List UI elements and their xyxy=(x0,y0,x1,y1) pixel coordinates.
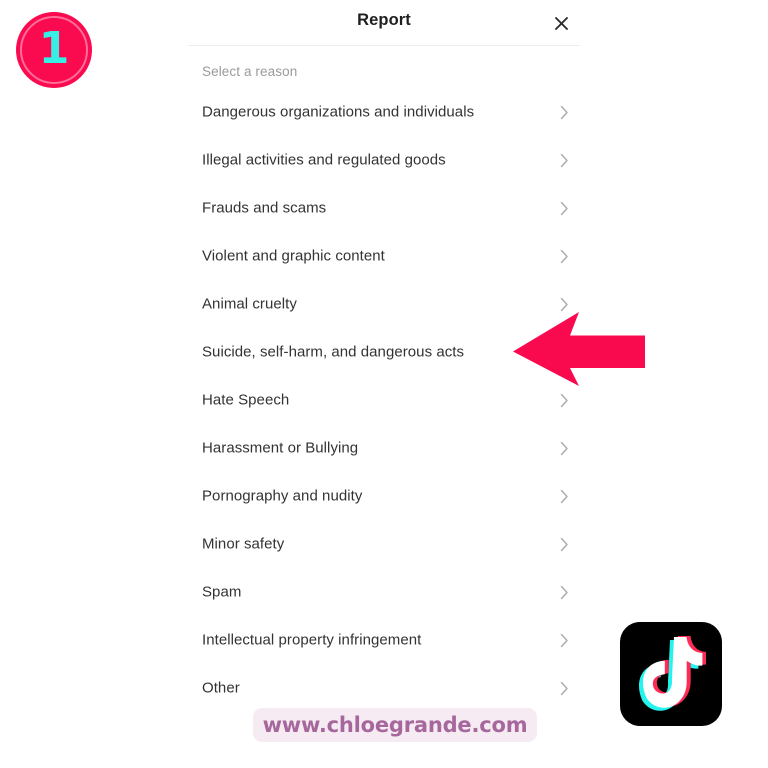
reason-label: Pornography and nudity xyxy=(202,487,363,505)
reason-label: Suicide, self-harm, and dangerous acts xyxy=(202,343,465,361)
reason-label: Minor safety xyxy=(202,535,285,553)
page-title: Report xyxy=(357,11,411,29)
chevron-right-icon[interactable] xyxy=(556,104,572,120)
tiktok-logo-icon xyxy=(620,622,722,726)
chevron-right-icon[interactable] xyxy=(556,488,572,504)
reason-label: Harassment or Bullying xyxy=(202,439,359,457)
close-icon xyxy=(554,16,569,31)
reason-row[interactable]: Minor safety xyxy=(188,520,580,568)
reason-label: Hate Speech xyxy=(202,391,290,409)
reason-row[interactable]: Illegal activities and regulated goods xyxy=(188,136,580,184)
reason-list: Dangerous organizations and individuals I… xyxy=(188,88,580,712)
chevron-right-icon[interactable] xyxy=(556,536,572,552)
reason-row[interactable]: Other xyxy=(188,664,580,712)
reason-label: Dangerous organizations and individuals xyxy=(202,103,475,121)
reason-label: Other xyxy=(202,679,240,697)
reason-row[interactable]: Dangerous organizations and individuals xyxy=(188,88,580,136)
select-a-reason-label: Select a reason xyxy=(202,64,298,79)
reason-label: Animal cruelty xyxy=(202,295,297,313)
reason-label: Illegal activities and regulated goods xyxy=(202,151,446,169)
report-header: Report xyxy=(188,0,580,46)
chevron-right-icon[interactable] xyxy=(556,200,572,216)
reason-label: Violent and graphic content xyxy=(202,247,385,265)
chevron-right-icon[interactable] xyxy=(556,392,572,408)
step-badge-number: 1 xyxy=(38,23,70,74)
step-number-badge: 1 xyxy=(16,12,92,88)
reason-row[interactable]: Intellectual property infringement xyxy=(188,616,580,664)
chevron-right-icon[interactable] xyxy=(556,440,572,456)
close-button[interactable] xyxy=(550,12,572,34)
reason-row[interactable]: Pornography and nudity xyxy=(188,472,580,520)
chevron-right-icon[interactable] xyxy=(556,632,572,648)
chevron-right-icon[interactable] xyxy=(556,584,572,600)
reason-label: Intellectual property infringement xyxy=(202,631,422,649)
reason-row[interactable]: Spam xyxy=(188,568,580,616)
chevron-right-icon[interactable] xyxy=(556,680,572,696)
watermark: www.chloegrande.com xyxy=(253,708,537,742)
reason-label: Frauds and scams xyxy=(202,199,327,217)
watermark-text: www.chloegrande.com xyxy=(262,713,528,737)
chevron-right-icon[interactable] xyxy=(556,248,572,264)
reason-row[interactable]: Harassment or Bullying xyxy=(188,424,580,472)
header-divider xyxy=(188,45,580,46)
chevron-right-icon[interactable] xyxy=(556,152,572,168)
reason-label: Spam xyxy=(202,583,242,601)
reason-row[interactable]: Frauds and scams xyxy=(188,184,580,232)
arrow-left-icon xyxy=(511,310,647,388)
reason-row[interactable]: Violent and graphic content xyxy=(188,232,580,280)
